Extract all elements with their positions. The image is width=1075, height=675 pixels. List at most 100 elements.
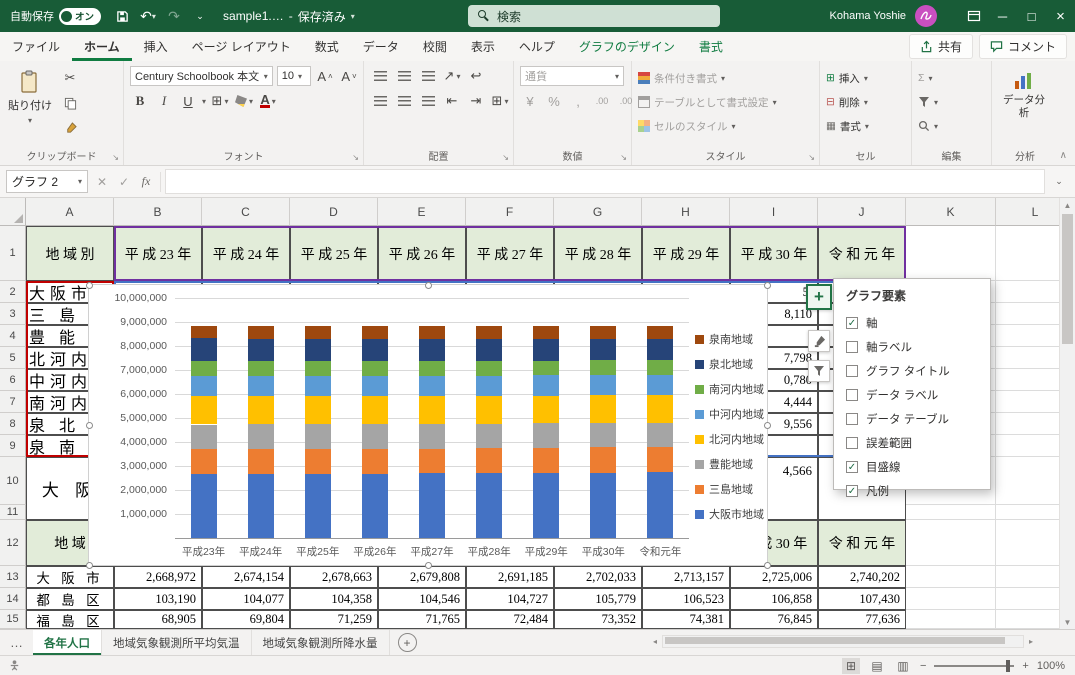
chart-element-option-6[interactable]: 誤差範囲 [834,431,990,455]
sheet-tab-3[interactable]: 地域気象観測所降水量 [252,630,390,655]
save-button[interactable] [109,3,135,29]
chart-element-option-7[interactable]: ✓ 目盛線 [834,455,990,479]
formula-input[interactable] [165,169,1045,194]
row-header-10[interactable]: 10 [0,457,26,505]
sheet-nav-ellipsis[interactable]: … [0,630,33,655]
cell-D1[interactable]: 平 成 25 年 [290,226,378,281]
page-layout-view-button[interactable]: ▤ [868,658,886,674]
sheet-tab-2[interactable]: 地域気象観測所平均気温 [102,630,252,655]
cell-A1[interactable]: 地 域 別 [26,226,114,281]
bar-segment-大阪市地域[interactable] [247,473,274,538]
row-header-6[interactable]: 6 [0,369,26,391]
bar-segment-南河内地域[interactable] [476,360,503,376]
row-header-14[interactable]: 14 [0,588,26,610]
bar-segment-北河内地域[interactable] [304,396,331,425]
cell-C14[interactable]: 104,077 [202,588,290,610]
autosum-button[interactable]: Σ ▾ [918,66,987,90]
insert-cells-button[interactable]: ⊞ 挿入 ▾ [826,66,907,90]
format-painter-button[interactable] [60,118,80,138]
bar-segment-北河内地域[interactable] [190,396,217,425]
row-header-13[interactable]: 13 [0,566,26,588]
cell-G15[interactable]: 73,352 [554,610,642,629]
checkbox-unchecked-icon[interactable] [846,365,858,377]
insert-function-button[interactable]: fx [136,172,156,192]
bar-segment-三島地域[interactable] [647,447,674,473]
chart-selection-handle[interactable] [86,422,93,429]
cell-G1[interactable]: 平 成 28 年 [554,226,642,281]
align-middle-button[interactable] [394,66,414,86]
increase-font-button[interactable]: A ˄ [315,66,335,86]
bar-segment-南河内地域[interactable] [647,360,674,375]
legend-item-豊能地域[interactable]: 豊能地域 [695,456,753,472]
cell-H13[interactable]: 2,713,157 [642,566,730,588]
bar-segment-中河内地域[interactable] [247,375,274,397]
search-input[interactable]: 検索 [468,5,720,27]
cell-J13[interactable]: 2,740,202 [818,566,906,588]
bar-segment-泉北地域[interactable] [590,338,617,361]
page-break-view-button[interactable]: ▥ [894,658,912,674]
bar-segment-泉南地域[interactable] [533,326,560,339]
bar-segment-北河内地域[interactable] [476,395,503,424]
cell-I14[interactable]: 106,858 [730,588,818,610]
col-header-I[interactable]: I [730,198,818,226]
scroll-left-icon[interactable]: ◂ [648,634,662,648]
decrease-font-button[interactable]: A ˅ [339,66,359,86]
chart-selection-handle[interactable] [86,282,93,289]
checkbox-unchecked-icon[interactable] [846,389,858,401]
cell-styles-button[interactable]: セルのスタイル ▾ [638,114,815,138]
bar-segment-大阪市地域[interactable] [476,473,503,538]
legend-item-大阪市地域[interactable]: 大阪市地域 [695,506,764,522]
chart-selection-handle[interactable] [425,562,432,569]
checkbox-checked-icon[interactable]: ✓ [846,461,858,473]
zoom-out-button[interactable]: − [920,660,926,672]
chart-filters-button[interactable] [808,360,830,382]
percent-format-button[interactable]: % [544,91,564,111]
checkbox-checked-icon[interactable]: ✓ [846,485,858,497]
bar-segment-北河内地域[interactable] [247,396,274,425]
increase-decimal-button[interactable]: .00 [592,91,612,111]
sort-filter-button[interactable]: ▾ [918,90,987,114]
normal-view-button[interactable]: ⊞ [841,657,860,674]
ribbon-tab-2[interactable]: ホーム [72,32,132,61]
maximize-button[interactable]: □ [1017,0,1046,32]
checkbox-checked-icon[interactable]: ✓ [846,317,858,329]
legend-item-北河内地域[interactable]: 北河内地域 [695,431,764,447]
ribbon-tab-5[interactable]: 数式 [303,32,351,61]
bar-segment-泉北地域[interactable] [419,338,445,361]
styles-dialog-launcher[interactable]: ↘ [808,153,815,162]
bar-segment-大阪市地域[interactable] [419,473,445,538]
col-header-C[interactable]: C [202,198,290,226]
chart-selection-handle[interactable] [86,562,93,569]
select-all-corner[interactable] [0,198,26,226]
population-stacked-bar-chart[interactable]: 10,000,000 9,000,000 8,000,000 7,000,000 6,0… [86,282,771,569]
chart-selection-handle[interactable] [764,422,771,429]
cell-I15[interactable]: 76,845 [730,610,818,629]
zoom-in-button[interactable]: + [1022,660,1028,672]
paste-button[interactable]: 貼り付け ▾ [6,66,54,138]
chart-styles-button[interactable] [808,330,830,352]
bar-segment-泉南地域[interactable] [247,325,274,339]
legend-item-中河内地域[interactable]: 中河内地域 [695,406,764,422]
bar-segment-大阪市地域[interactable] [590,472,617,538]
bar-segment-北河内地域[interactable] [533,395,560,424]
bar-segment-三島地域[interactable] [304,448,331,474]
ribbon-tab-8[interactable]: 表示 [459,32,507,61]
format-cells-button[interactable]: ▦ 書式 ▾ [826,114,907,138]
italic-button[interactable]: I [154,91,174,111]
col-header-B[interactable]: B [114,198,202,226]
cell-A13[interactable]: 大 阪 市 [26,566,114,588]
ribbon-tab-3[interactable]: 挿入 [132,32,180,61]
cell-A14[interactable]: 都 島 区 [26,588,114,610]
bar-segment-泉南地域[interactable] [590,326,617,339]
chart-elements-button[interactable]: + [806,284,832,310]
currency-format-button[interactable]: ¥ [520,91,540,111]
bar-segment-中河内地域[interactable] [190,375,217,397]
bar-segment-南河内地域[interactable] [304,360,331,376]
sheet-tab-1[interactable]: 各年人口 [33,630,102,655]
autosave-toggle[interactable]: 自動保存 オン [10,7,102,25]
increase-indent-button[interactable]: ⇥ [466,91,486,111]
new-sheet-button[interactable]: + [397,633,417,652]
bar-segment-三島地域[interactable] [533,447,560,473]
bar-segment-泉南地域[interactable] [647,326,674,339]
ribbon-tab-7[interactable]: 校閲 [411,32,459,61]
